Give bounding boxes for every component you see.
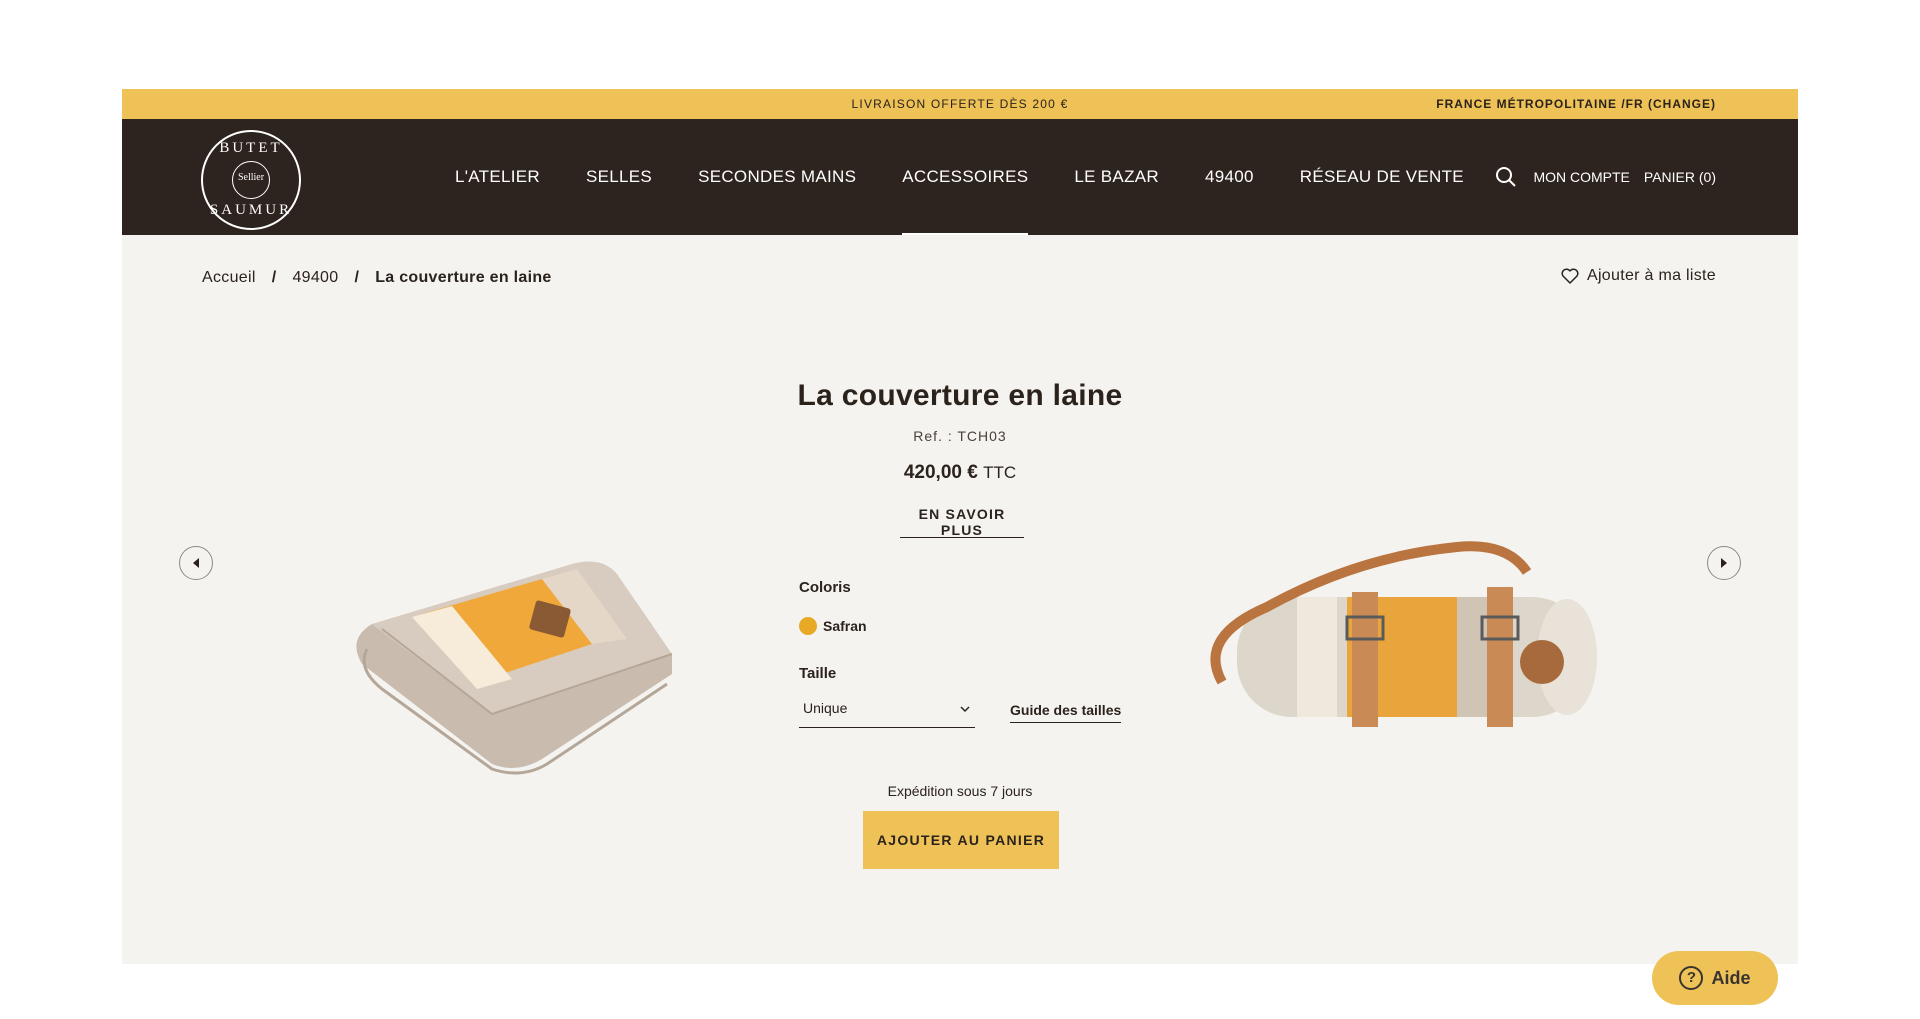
arrow-right-icon [1721, 558, 1727, 568]
region-selector[interactable]: FRANCE MÉTROPOLITAINE /FR (CHANGE) [1436, 89, 1716, 119]
product-title: La couverture en laine [797, 379, 1123, 412]
heart-icon [1561, 268, 1579, 284]
logo-text-mid: Sellier [237, 172, 265, 183]
wishlist-label: Ajouter à ma liste [1586, 267, 1716, 284]
cart-link[interactable]: PANIER (0) [1644, 169, 1716, 185]
size-select-value: Unique [803, 700, 848, 716]
main-nav: L'ATELIER SELLES SECONDES MAINS ACCESSOI… [455, 119, 1510, 235]
account-link[interactable]: MON COMPTE [1533, 169, 1629, 185]
add-to-wishlist[interactable]: Ajouter à ma liste [1561, 267, 1716, 285]
price-amount: 420,00 € [903, 462, 978, 483]
color-name: Safran [823, 618, 867, 634]
size-select[interactable]: Unique [799, 694, 975, 728]
header-actions: MON COMPTE PANIER (0) [1495, 119, 1716, 235]
nav-item-reseau-de-vente[interactable]: RÉSEAU DE VENTE [1300, 119, 1464, 235]
color-swatch [799, 617, 817, 635]
product-image-folded-blanket [242, 474, 722, 794]
top-banner: LIVRAISON OFFERTE DÈS 200 € FRANCE MÉTRO… [122, 89, 1798, 119]
breadcrumb-separator: / [271, 269, 277, 286]
nav-item-atelier[interactable]: L'ATELIER [455, 119, 540, 235]
product-price: 420,00 € TTC [672, 462, 1248, 484]
brand-logo[interactable]: BUTET Sellier SAUMUR [201, 130, 301, 230]
price-suffix: TTC [983, 463, 1017, 482]
breadcrumb-separator: / [354, 269, 360, 286]
breadcrumb-home[interactable]: Accueil [202, 269, 256, 287]
chevron-down-icon [960, 706, 970, 713]
nav-item-accessoires[interactable]: ACCESSOIRES [902, 119, 1029, 235]
carousel-next-button[interactable] [1707, 546, 1741, 580]
nav-item-secondes-mains[interactable]: SECONDES MAINS [698, 119, 856, 235]
logo-text-top: BUTET [219, 140, 283, 156]
nav-item-le-bazar[interactable]: LE BAZAR [1074, 119, 1159, 235]
search-icon[interactable] [1495, 166, 1517, 188]
carousel-prev-button[interactable] [179, 546, 213, 580]
add-to-cart-button[interactable]: AJOUTER AU PANIER [863, 811, 1059, 869]
breadcrumb-current: La couverture en laine [375, 269, 552, 286]
nav-item-49400[interactable]: 49400 [1205, 119, 1254, 235]
help-label: Aide [1711, 967, 1751, 988]
color-option-safran[interactable]: Safran [799, 617, 867, 635]
arrow-left-icon [193, 558, 199, 568]
page-frame: LIVRAISON OFFERTE DÈS 200 € FRANCE MÉTRO… [122, 89, 1798, 964]
breadcrumb: Accueil / 49400 / La couverture en laine [202, 269, 552, 287]
nav-item-selles[interactable]: SELLES [586, 119, 652, 235]
size-guide-link[interactable]: Guide des tailles [1010, 702, 1122, 723]
product-image-rolled-blanket [1197, 457, 1667, 757]
shipping-info: Expédition sous 7 jours [887, 783, 1033, 799]
coloris-label: Coloris [799, 579, 851, 596]
product-ref: Ref. : TCH03 [913, 428, 1007, 444]
question-icon: ? [1679, 966, 1704, 990]
learn-more-link[interactable]: EN SAVOIR PLUS [900, 506, 1024, 538]
logo-text-bottom: SAUMUR [209, 202, 293, 218]
help-button[interactable]: ? Aide [1652, 951, 1778, 1005]
main-header: BUTET Sellier SAUMUR L'ATELIER SELLES SE… [122, 119, 1798, 235]
taille-label: Taille [799, 665, 837, 682]
breadcrumb-49400[interactable]: 49400 [292, 269, 338, 287]
